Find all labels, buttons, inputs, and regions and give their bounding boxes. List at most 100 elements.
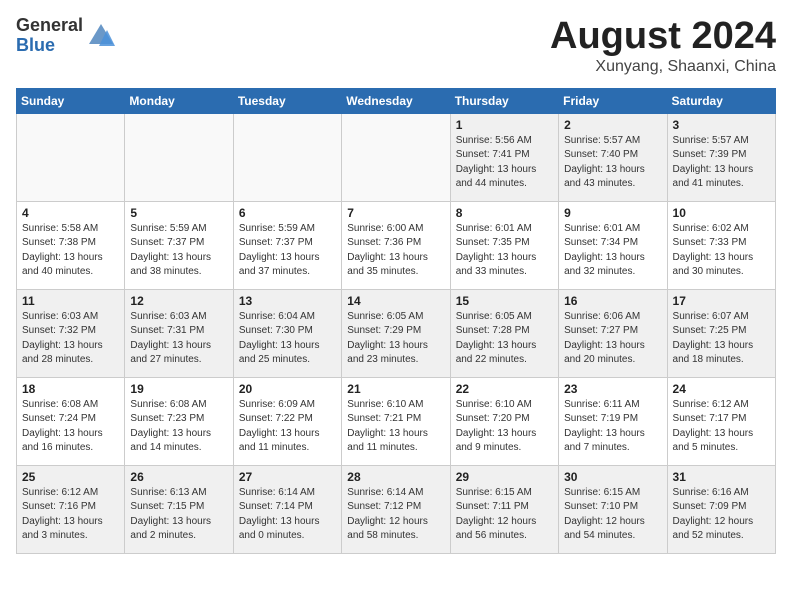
calendar-cell: 29Sunrise: 6:15 AMSunset: 7:11 PMDayligh… (450, 465, 558, 553)
calendar-cell: 1 Sunrise: 5:56 AMSunset: 7:41 PMDaylight… (450, 113, 558, 201)
logo-general: General (16, 16, 83, 36)
day-info: Sunrise: 6:00 AMSunset: 7:36 PMDaylight:… (347, 222, 444, 280)
day-number: 10 (673, 206, 770, 220)
day-number: 25 (22, 470, 119, 484)
weekday-header-saturday: Saturday (667, 88, 775, 113)
weekday-header-thursday: Thursday (450, 88, 558, 113)
day-info: Sunrise: 6:08 AMSunset: 7:23 PMDaylight:… (130, 398, 227, 456)
calendar-cell (342, 113, 450, 201)
calendar-cell: 16Sunrise: 6:06 AMSunset: 7:27 PMDayligh… (559, 289, 667, 377)
logo-icon (87, 22, 115, 50)
calendar-cell: 10 Sunrise: 6:02 AMSunset: 7:33 PMDayligh… (667, 201, 775, 289)
calendar-cell: 6 Sunrise: 5:59 AMSunset: 7:37 PMDaylight… (233, 201, 341, 289)
calendar-cell: 15 Sunrise: 6:05 AMSunset: 7:28 PMDayligh… (450, 289, 558, 377)
calendar-cell: 4 Sunrise: 5:58 AMSunset: 7:38 PMDaylight… (17, 201, 125, 289)
day-info: Sunrise: 6:01 AMSunset: 7:34 PMDaylight:… (564, 222, 661, 280)
calendar-cell: 20 Sunrise: 6:09 AMSunset: 7:22 PMDayligh… (233, 377, 341, 465)
calendar-cell: 9 Sunrise: 6:01 AMSunset: 7:34 PMDaylight… (559, 201, 667, 289)
weekday-header-tuesday: Tuesday (233, 88, 341, 113)
calendar-cell: 14Sunrise: 6:05 AMSunset: 7:29 PMDayligh… (342, 289, 450, 377)
day-info: Sunrise: 5:56 AMSunset: 7:41 PMDaylight:… (456, 134, 553, 192)
calendar-cell: 30Sunrise: 6:15 AMSunset: 7:10 PMDayligh… (559, 465, 667, 553)
calendar-cell: 31Sunrise: 6:16 AMSunset: 7:09 PMDayligh… (667, 465, 775, 553)
calendar-cell: 27 Sunrise: 6:14 AMSunset: 7:14 PMDayligh… (233, 465, 341, 553)
calendar-cell: 11Sunrise: 6:03 AMSunset: 7:32 PMDayligh… (17, 289, 125, 377)
day-info: Sunrise: 5:59 AMSunset: 7:37 PMDaylight:… (130, 222, 227, 280)
weekday-header-monday: Monday (125, 88, 233, 113)
calendar-cell: 22Sunrise: 6:10 AMSunset: 7:20 PMDayligh… (450, 377, 558, 465)
weekday-header-friday: Friday (559, 88, 667, 113)
weekday-header-wednesday: Wednesday (342, 88, 450, 113)
day-info: Sunrise: 6:03 AMSunset: 7:31 PMDaylight:… (130, 310, 227, 368)
calendar-week-row: 25 Sunrise: 6:12 AMSunset: 7:16 PMDayligh… (17, 465, 776, 553)
day-info: Sunrise: 6:05 AMSunset: 7:28 PMDaylight:… (456, 310, 553, 368)
calendar-cell: 25 Sunrise: 6:12 AMSunset: 7:16 PMDayligh… (17, 465, 125, 553)
day-info: Sunrise: 5:57 AMSunset: 7:40 PMDaylight:… (564, 134, 661, 192)
day-number: 13 (239, 294, 336, 308)
calendar-cell: 12 Sunrise: 6:03 AMSunset: 7:31 PMDayligh… (125, 289, 233, 377)
day-number: 3 (673, 118, 770, 132)
day-number: 7 (347, 206, 444, 220)
month-title: August 2024 (550, 16, 776, 58)
day-number: 12 (130, 294, 227, 308)
page-header: General Blue August 2024 Xunyang, Shaanx… (16, 16, 776, 76)
day-info: Sunrise: 6:06 AMSunset: 7:27 PMDaylight:… (564, 310, 661, 368)
calendar-cell: 26Sunrise: 6:13 AMSunset: 7:15 PMDayligh… (125, 465, 233, 553)
calendar-cell: 3Sunrise: 5:57 AMSunset: 7:39 PMDaylight… (667, 113, 775, 201)
day-number: 19 (130, 382, 227, 396)
day-number: 23 (564, 382, 661, 396)
logo-blue: Blue (16, 36, 83, 56)
calendar-cell: 8Sunrise: 6:01 AMSunset: 7:35 PMDaylight… (450, 201, 558, 289)
day-info: Sunrise: 6:01 AMSunset: 7:35 PMDaylight:… (456, 222, 553, 280)
day-number: 21 (347, 382, 444, 396)
day-number: 9 (564, 206, 661, 220)
day-info: Sunrise: 6:13 AMSunset: 7:15 PMDaylight:… (130, 486, 227, 544)
calendar-cell: 21 Sunrise: 6:10 AMSunset: 7:21 PMDayligh… (342, 377, 450, 465)
day-info: Sunrise: 5:59 AMSunset: 7:37 PMDaylight:… (239, 222, 336, 280)
day-info: Sunrise: 6:10 AMSunset: 7:20 PMDaylight:… (456, 398, 553, 456)
day-info: Sunrise: 6:02 AMSunset: 7:33 PMDaylight:… (673, 222, 770, 280)
day-number: 28 (347, 470, 444, 484)
day-number: 15 (456, 294, 553, 308)
day-number: 14 (347, 294, 444, 308)
day-number: 17 (673, 294, 770, 308)
day-info: Sunrise: 6:08 AMSunset: 7:24 PMDaylight:… (22, 398, 119, 456)
day-info: Sunrise: 6:12 AMSunset: 7:17 PMDaylight:… (673, 398, 770, 456)
day-number: 27 (239, 470, 336, 484)
day-info: Sunrise: 6:14 AMSunset: 7:14 PMDaylight:… (239, 486, 336, 544)
calendar-week-row: 11Sunrise: 6:03 AMSunset: 7:32 PMDayligh… (17, 289, 776, 377)
day-number: 4 (22, 206, 119, 220)
calendar-table: SundayMondayTuesdayWednesdayThursdayFrid… (16, 88, 776, 554)
day-number: 20 (239, 382, 336, 396)
title-area: August 2024 Xunyang, Shaanxi, China (550, 16, 776, 76)
day-number: 2 (564, 118, 661, 132)
calendar-cell: 24 Sunrise: 6:12 AMSunset: 7:17 PMDayligh… (667, 377, 775, 465)
day-info: Sunrise: 6:09 AMSunset: 7:22 PMDaylight:… (239, 398, 336, 456)
day-info: Sunrise: 6:12 AMSunset: 7:16 PMDaylight:… (22, 486, 119, 544)
day-number: 5 (130, 206, 227, 220)
calendar-cell (17, 113, 125, 201)
day-number: 6 (239, 206, 336, 220)
calendar-cell: 13 Sunrise: 6:04 AMSunset: 7:30 PMDayligh… (233, 289, 341, 377)
day-info: Sunrise: 6:10 AMSunset: 7:21 PMDaylight:… (347, 398, 444, 456)
calendar-week-row: 1 Sunrise: 5:56 AMSunset: 7:41 PMDaylight… (17, 113, 776, 201)
calendar-cell: 19 Sunrise: 6:08 AMSunset: 7:23 PMDayligh… (125, 377, 233, 465)
day-number: 1 (456, 118, 553, 132)
day-info: Sunrise: 5:58 AMSunset: 7:38 PMDaylight:… (22, 222, 119, 280)
day-number: 18 (22, 382, 119, 396)
day-number: 30 (564, 470, 661, 484)
day-info: Sunrise: 6:14 AMSunset: 7:12 PMDaylight:… (347, 486, 444, 544)
calendar-cell: 18 Sunrise: 6:08 AMSunset: 7:24 PMDayligh… (17, 377, 125, 465)
location: Xunyang, Shaanxi, China (550, 58, 776, 76)
calendar-week-row: 4 Sunrise: 5:58 AMSunset: 7:38 PMDaylight… (17, 201, 776, 289)
calendar-week-row: 18 Sunrise: 6:08 AMSunset: 7:24 PMDayligh… (17, 377, 776, 465)
calendar-cell: 5 Sunrise: 5:59 AMSunset: 7:37 PMDaylight… (125, 201, 233, 289)
calendar-cell (125, 113, 233, 201)
calendar-cell: 2 Sunrise: 5:57 AMSunset: 7:40 PMDaylight… (559, 113, 667, 201)
day-info: Sunrise: 6:04 AMSunset: 7:30 PMDaylight:… (239, 310, 336, 368)
day-number: 29 (456, 470, 553, 484)
day-number: 24 (673, 382, 770, 396)
calendar-cell: 7 Sunrise: 6:00 AMSunset: 7:36 PMDaylight… (342, 201, 450, 289)
day-number: 11 (22, 294, 119, 308)
calendar-cell: 17Sunrise: 6:07 AMSunset: 7:25 PMDayligh… (667, 289, 775, 377)
